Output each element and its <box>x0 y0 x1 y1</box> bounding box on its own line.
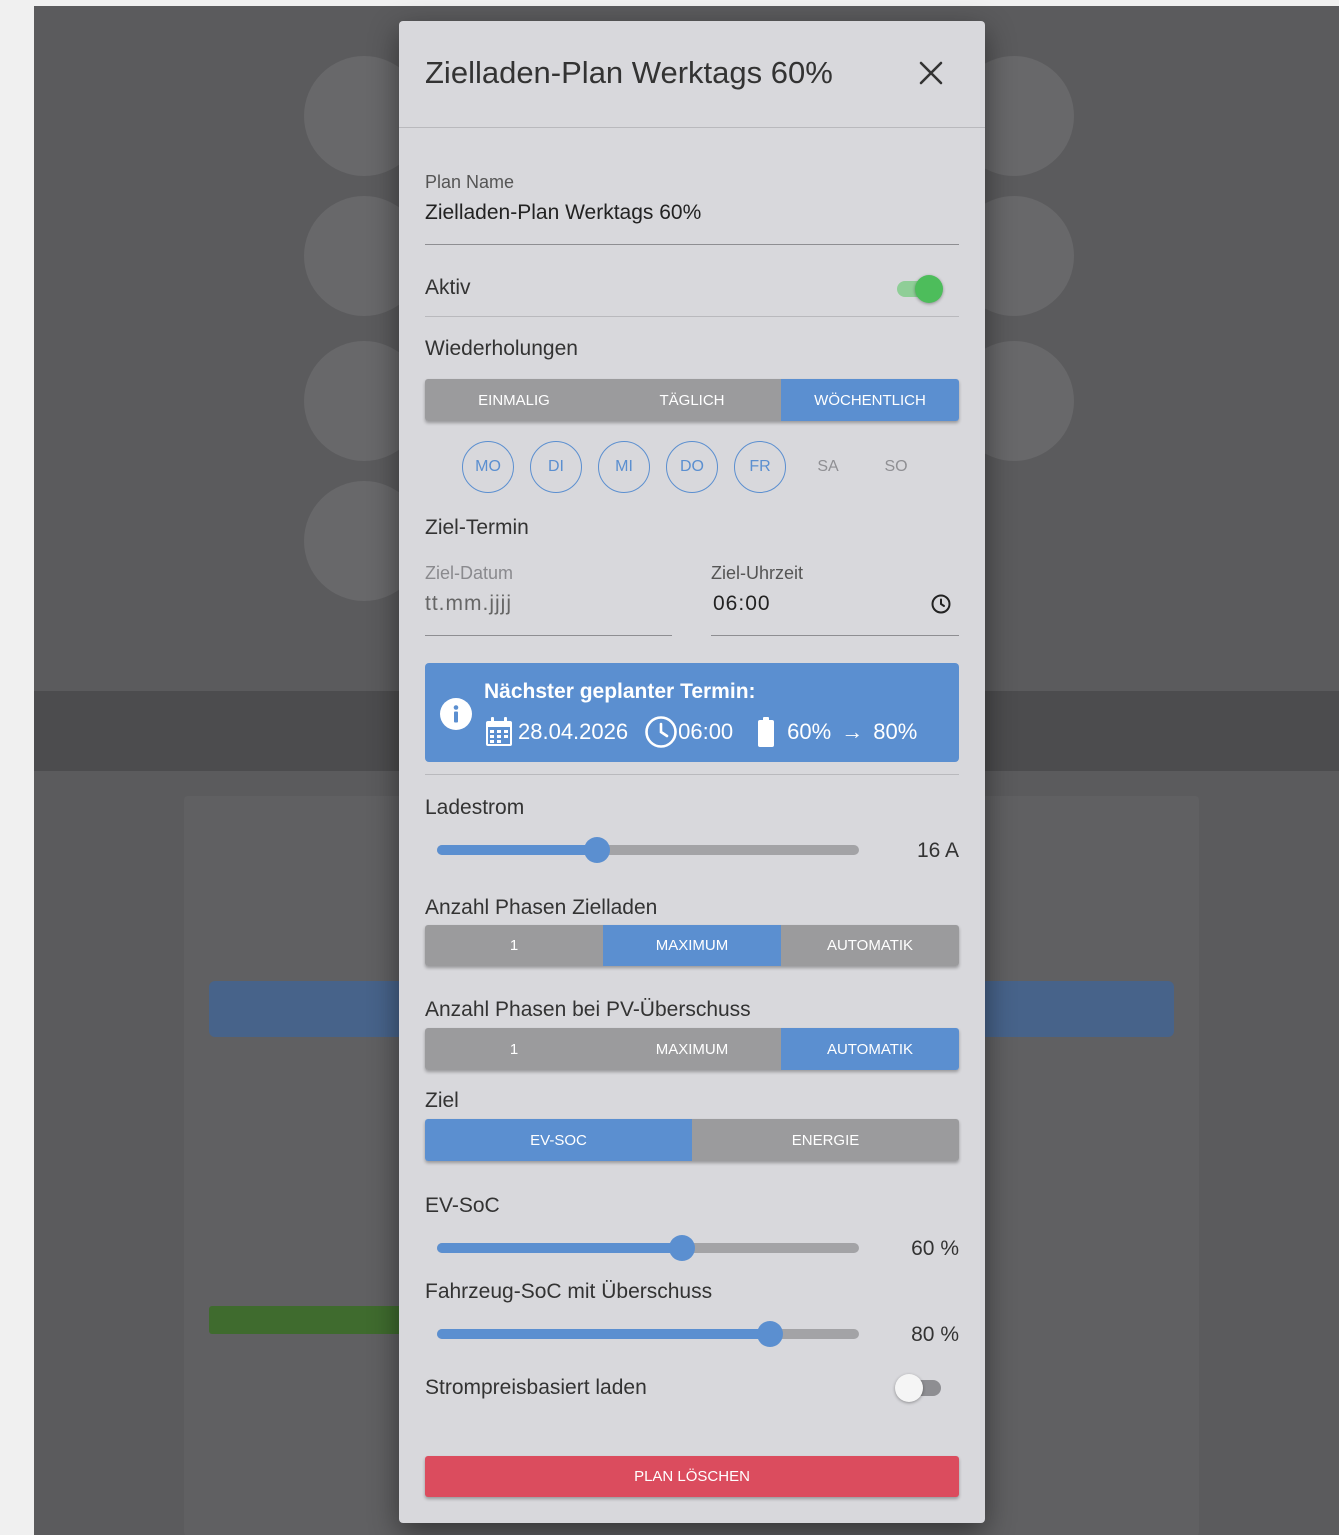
clock-icon <box>645 716 677 748</box>
info-soc-to: 80% <box>873 719 918 744</box>
info-soc-from: 60% <box>787 719 832 744</box>
delete-plan-button[interactable]: PLAN LÖSCHEN <box>425 1456 959 1497</box>
plan-name-input[interactable]: Zielladen-Plan Werktags 60% <box>425 201 701 225</box>
day-button-so[interactable]: SO <box>870 441 922 493</box>
slider-fill <box>437 1243 682 1253</box>
phases-target-option-1[interactable]: 1 <box>425 925 603 966</box>
day-button-fr[interactable]: FR <box>734 441 786 493</box>
divider <box>425 316 959 317</box>
info-title: Nächster geplanter Termin: <box>484 680 756 703</box>
slider-fill <box>437 1329 771 1339</box>
target-title: Ziel-Termin <box>425 516 529 539</box>
ev-soc-value: 60 % <box>911 1237 959 1260</box>
phases-pv-button-group: 1 MAXIMUM AUTOMATIK <box>425 1028 959 1070</box>
arrow-right-icon: → <box>841 719 864 744</box>
day-button-mi[interactable]: MI <box>598 441 650 493</box>
ladestrom-slider[interactable] <box>437 835 859 865</box>
slider-fill <box>437 845 598 855</box>
dialog-header: Zielladen-Plan Werktags 60% <box>399 21 985 128</box>
background-progress <box>209 1306 429 1334</box>
close-icon[interactable] <box>915 57 947 89</box>
ziel-option-energie[interactable]: ENERGIE <box>692 1119 959 1161</box>
toggle-knob <box>895 1374 923 1402</box>
repeat-option-einmalig[interactable]: EINMALIG <box>425 379 603 421</box>
aktiv-label: Aktiv <box>425 276 471 299</box>
repeat-option-woechentlich[interactable]: WÖCHENTLICH <box>781 379 959 421</box>
vehicle-soc-slider[interactable] <box>437 1319 859 1349</box>
info-icon <box>440 698 472 730</box>
day-button-sa[interactable]: SA <box>802 441 854 493</box>
battery-icon <box>758 717 775 747</box>
repeat-option-taeglich[interactable]: TÄGLICH <box>603 379 781 421</box>
vehicle-soc-value: 80 % <box>911 1323 959 1346</box>
aktiv-toggle[interactable] <box>895 274 945 304</box>
time-label: Ziel-Uhrzeit <box>711 563 804 583</box>
calendar-icon <box>486 717 512 746</box>
slider-thumb[interactable] <box>668 1235 695 1261</box>
ziel-label: Ziel <box>425 1089 459 1112</box>
dialog-title: Zielladen-Plan Werktags 60% <box>425 55 833 90</box>
info-date: 28.04.2026 <box>518 719 629 744</box>
time-input[interactable]: 06:00 <box>713 592 771 616</box>
ziel-option-ev-soc[interactable]: EV-SOC <box>425 1119 692 1161</box>
ladestrom-value: 16 A <box>916 839 959 862</box>
info-details: 28.04.2026 06:00 60% → 80% <box>484 715 917 749</box>
repeat-button-group: EINMALIG TÄGLICH WÖCHENTLICH <box>425 379 959 421</box>
slider-thumb[interactable] <box>584 837 611 863</box>
ev-soc-slider[interactable] <box>437 1233 859 1263</box>
day-button-do[interactable]: DO <box>666 441 718 493</box>
price-based-toggle[interactable] <box>895 1373 945 1403</box>
ladestrom-label: Ladestrom <box>425 796 525 819</box>
slider-thumb[interactable] <box>757 1321 784 1347</box>
time-underline <box>711 635 959 636</box>
date-underline <box>425 635 672 636</box>
phases-target-label: Anzahl Phasen Zielladen <box>425 896 658 919</box>
divider <box>425 774 959 775</box>
phases-pv-option-1[interactable]: 1 <box>425 1028 603 1070</box>
price-based-label: Strompreisbasiert laden <box>425 1376 647 1399</box>
next-appointment-info: Nächster geplanter Termin: 28.04.2026 06… <box>425 663 959 762</box>
ziel-button-group: EV-SOC ENERGIE <box>425 1119 959 1161</box>
plan-dialog: Zielladen-Plan Werktags 60% Plan Name Zi… <box>399 21 985 1523</box>
info-time: 06:00 <box>678 719 734 744</box>
plan-name-underline <box>425 244 959 245</box>
date-input[interactable]: tt.mm.jjjj <box>425 592 512 616</box>
phases-pv-label: Anzahl Phasen bei PV-Überschuss <box>425 998 751 1021</box>
phases-pv-option-maximum[interactable]: MAXIMUM <box>603 1028 781 1070</box>
repeat-title: Wiederholungen <box>425 337 578 360</box>
toggle-knob <box>915 275 943 303</box>
phases-pv-option-automatik[interactable]: AUTOMATIK <box>781 1028 959 1070</box>
plan-name-label: Plan Name <box>425 172 515 192</box>
phases-target-option-maximum[interactable]: MAXIMUM <box>603 925 781 966</box>
day-button-mo[interactable]: MO <box>462 441 514 493</box>
ev-soc-label: EV-SoC <box>425 1194 500 1217</box>
vehicle-soc-label: Fahrzeug-SoC mit Überschuss <box>425 1280 713 1303</box>
clock-icon[interactable] <box>930 593 952 615</box>
date-label: Ziel-Datum <box>425 563 514 583</box>
phases-target-button-group: 1 MAXIMUM AUTOMATIK <box>425 925 959 966</box>
day-button-di[interactable]: DI <box>530 441 582 493</box>
phases-target-option-automatik[interactable]: AUTOMATIK <box>781 925 959 966</box>
